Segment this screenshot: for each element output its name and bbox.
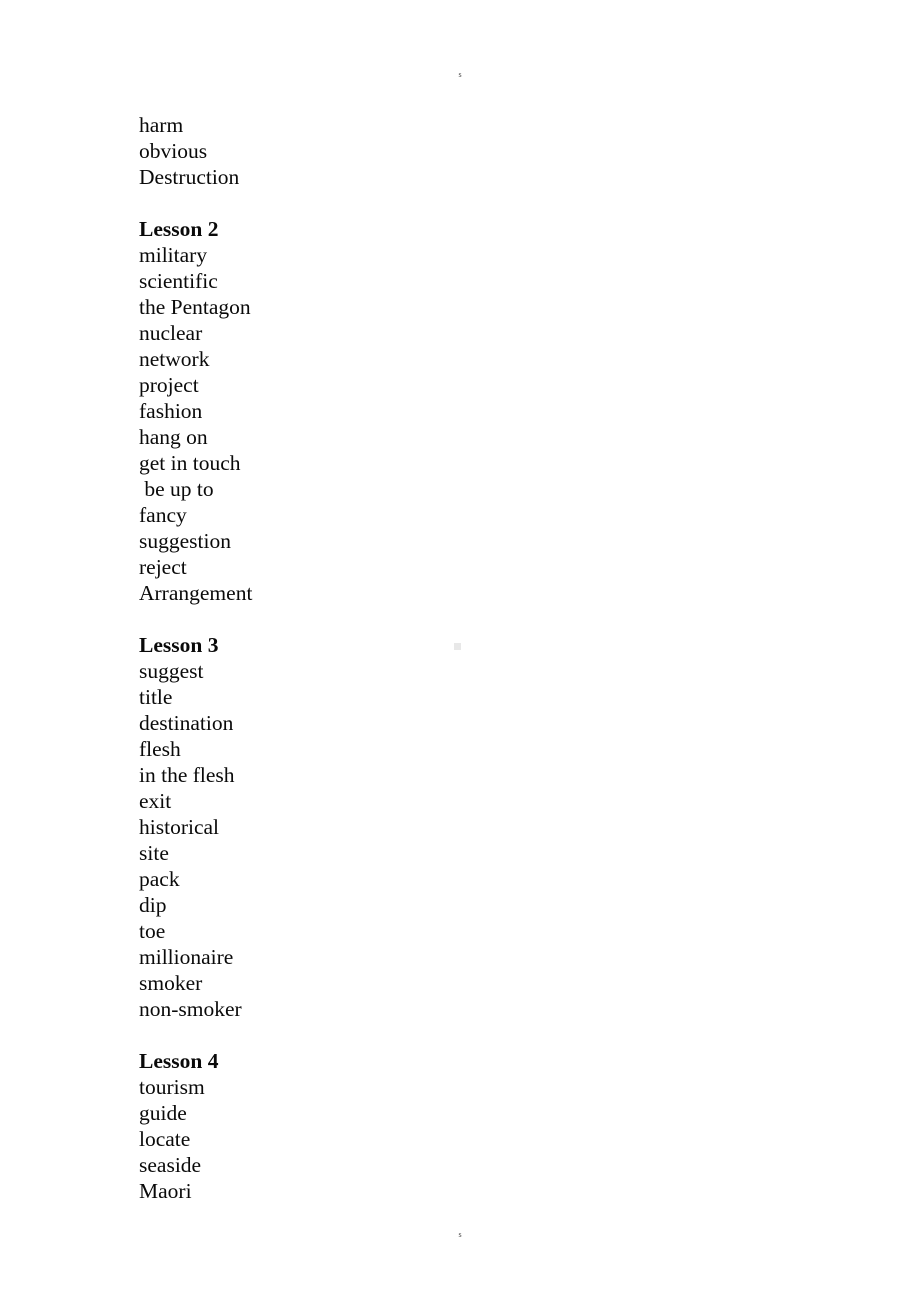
vocabulary-list: harm obvious Destruction Lesson 2 military s… (139, 112, 699, 1204)
vocabulary-entry: pack (139, 867, 180, 891)
vocabulary-entry: seaside (139, 1153, 202, 1177)
vocabulary-entry: smoker (139, 971, 203, 995)
vocabulary-entry: guide (139, 1101, 187, 1125)
vocabulary-entry: title (139, 685, 173, 709)
vocabulary-entry: locate (139, 1127, 191, 1151)
vocabulary-entry: destination (139, 711, 234, 735)
vocabulary-entry: dip (139, 893, 167, 917)
document-page: s harm obvious Destruction Lesson 2 militar… (0, 0, 920, 1303)
vocabulary-entry: suggest (139, 659, 204, 683)
vocabulary-entry: nuclear (139, 321, 203, 345)
lesson-heading: Lesson 3 (139, 633, 219, 657)
vocabulary-entry: reject (139, 555, 187, 579)
vocabulary-entry: fashion (139, 399, 203, 423)
vocabulary-entry: Destruction (139, 165, 240, 189)
vocabulary-entry: toe (139, 919, 166, 943)
vocabulary-entry: military (139, 243, 208, 267)
vocabulary-entry: suggestion (139, 529, 231, 553)
vocabulary-entry: flesh (139, 737, 181, 761)
vocabulary-entry: scientific (139, 269, 218, 293)
vocabulary-entry: tourism (139, 1075, 205, 1099)
vocabulary-entry: millionaire (139, 945, 234, 969)
vocabulary-entry: be up to (139, 477, 214, 501)
vocabulary-entry: in the flesh (139, 763, 235, 787)
vocabulary-entry: Arrangement (139, 581, 253, 605)
page-footer-mark: s (458, 1230, 462, 1239)
vocabulary-entry: network (139, 347, 210, 371)
vocabulary-entry: fancy (139, 503, 187, 527)
vocabulary-entry: the Pentagon (139, 295, 251, 319)
vocabulary-entry: site (139, 841, 169, 865)
lesson-heading: Lesson 4 (139, 1049, 219, 1073)
vocabulary-entry: project (139, 373, 199, 397)
vocabulary-entry: obvious (139, 139, 208, 163)
lesson-heading: Lesson 2 (139, 217, 219, 241)
vocabulary-entry: historical (139, 815, 220, 839)
vocabulary-entry: get in touch (139, 451, 241, 475)
vocabulary-entry: harm (139, 113, 184, 137)
vocabulary-entry: hang on (139, 425, 208, 449)
vocabulary-entry: non-smoker (139, 997, 242, 1021)
page-header-mark: s (458, 70, 462, 79)
vocabulary-entry: Maori (139, 1179, 192, 1203)
vocabulary-entry: exit (139, 789, 172, 813)
